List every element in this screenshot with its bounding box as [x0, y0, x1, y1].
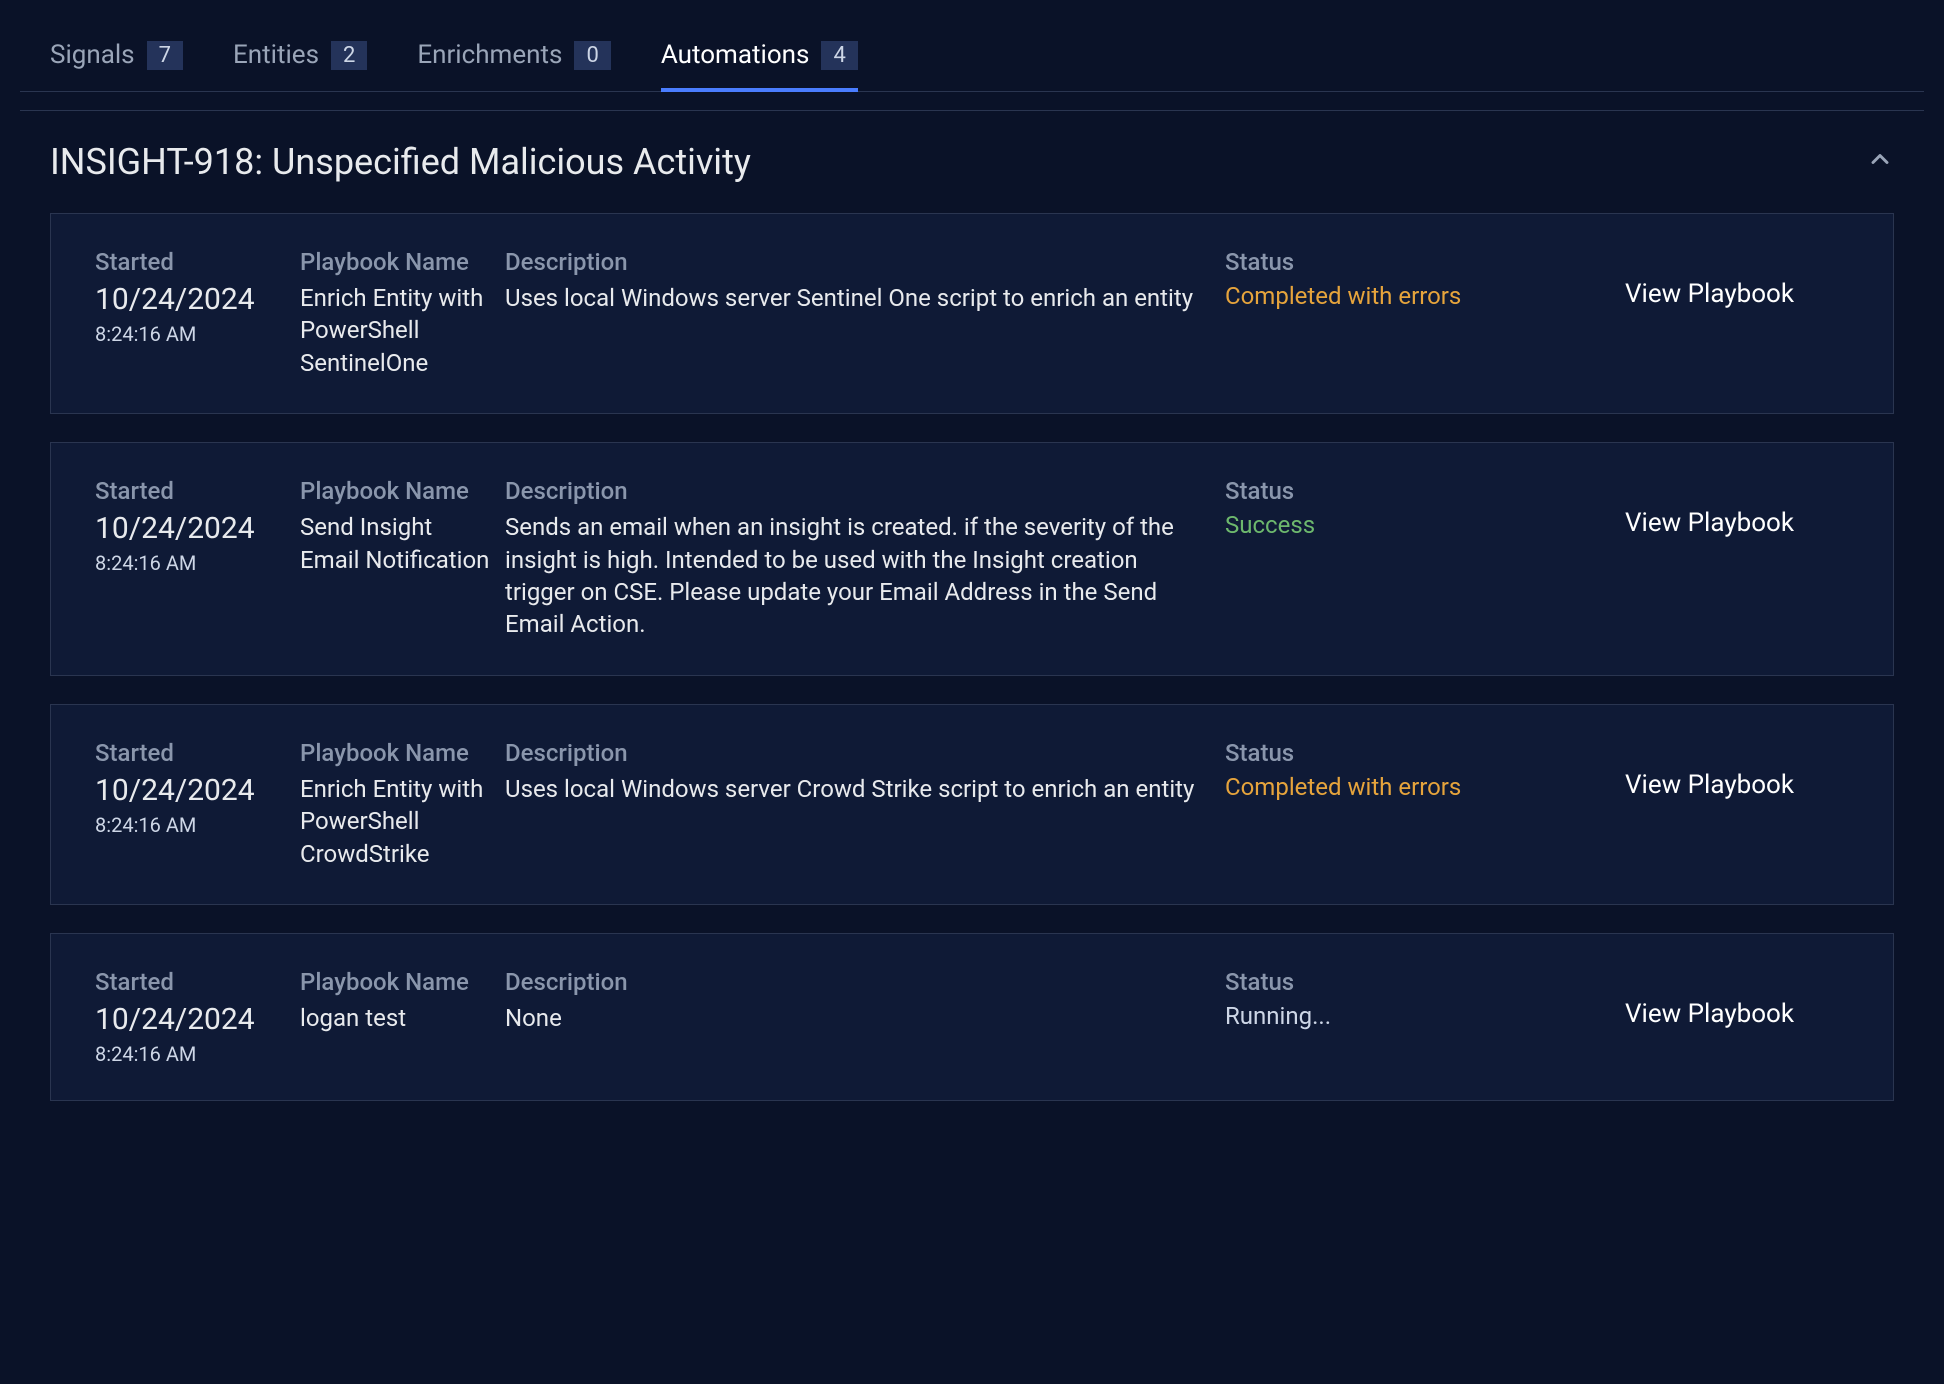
- description-column: Description Uses local Windows server Cro…: [505, 739, 1225, 805]
- started-label: Started: [95, 968, 300, 996]
- description-label: Description: [505, 968, 1225, 996]
- status-column: Status Completed with errors: [1225, 248, 1625, 310]
- playbook-name-label: Playbook Name: [300, 477, 505, 505]
- tab-signals[interactable]: Signals 7: [50, 40, 183, 92]
- playbook-name: Enrich Entity with PowerShell SentinelOn…: [300, 282, 505, 379]
- started-time: 8:24:16 AM: [95, 1042, 300, 1066]
- status-label: Status: [1225, 968, 1625, 996]
- tab-count-badge: 7: [147, 41, 183, 70]
- started-column: Started 10/24/2024 8:24:16 AM: [95, 248, 300, 346]
- description-text: Sends an email when an insight is create…: [505, 511, 1225, 641]
- automation-card: Started10/24/20248:24:16 AMPlaybook Name…: [50, 442, 1894, 676]
- tab-label: Entities: [233, 40, 319, 70]
- status-value: Success: [1225, 511, 1625, 539]
- started-date: 10/24/2024: [95, 282, 300, 318]
- started-date: 10/24/2024: [95, 773, 300, 809]
- status-column: Status Running...: [1225, 968, 1625, 1030]
- view-playbook-link[interactable]: View Playbook: [1625, 739, 1825, 803]
- started-time: 8:24:16 AM: [95, 551, 300, 575]
- status-label: Status: [1225, 739, 1625, 767]
- tab-count-badge: 2: [331, 41, 367, 70]
- playbook-column: Playbook Name Send Insight Email Notifica…: [300, 477, 505, 576]
- description-label: Description: [505, 477, 1225, 505]
- view-playbook-link[interactable]: View Playbook: [1625, 248, 1825, 312]
- status-column: Status Completed with errors: [1225, 739, 1625, 801]
- status-label: Status: [1225, 248, 1625, 276]
- view-playbook-link[interactable]: View Playbook: [1625, 477, 1825, 541]
- section-title: INSIGHT-918: Unspecified Malicious Activ…: [50, 141, 751, 183]
- playbook-name-label: Playbook Name: [300, 739, 505, 767]
- automation-list: Started10/24/20248:24:16 AMPlaybook Name…: [20, 213, 1924, 1101]
- tabs-bar: Signals 7 Entities 2 Enrichments 0 Automations…: [20, 20, 1924, 92]
- started-date: 10/24/2024: [95, 1002, 300, 1038]
- description-label: Description: [505, 739, 1225, 767]
- chevron-up-icon[interactable]: [1866, 145, 1894, 180]
- playbook-name: logan test: [300, 1002, 505, 1034]
- started-label: Started: [95, 477, 300, 505]
- description-text: Uses local Windows server Crowd Strike s…: [505, 773, 1225, 805]
- started-label: Started: [95, 739, 300, 767]
- automation-card: Started10/24/20248:24:16 AMPlaybook Name…: [50, 213, 1894, 414]
- status-value: Completed with errors: [1225, 282, 1625, 310]
- tab-label: Automations: [661, 40, 810, 70]
- automation-card: Started10/24/20248:24:16 AMPlaybook Name…: [50, 933, 1894, 1101]
- playbook-name-label: Playbook Name: [300, 968, 505, 996]
- tab-count-badge: 0: [574, 41, 610, 70]
- playbook-name: Send Insight Email Notification: [300, 511, 505, 576]
- started-column: Started 10/24/2024 8:24:16 AM: [95, 968, 300, 1066]
- description-label: Description: [505, 248, 1225, 276]
- tab-entities[interactable]: Entities 2: [233, 40, 367, 92]
- description-column: Description None: [505, 968, 1225, 1034]
- started-column: Started 10/24/2024 8:24:16 AM: [95, 477, 300, 575]
- description-text: None: [505, 1002, 1225, 1034]
- tab-label: Enrichments: [417, 40, 562, 70]
- playbook-column: Playbook Name logan test: [300, 968, 505, 1034]
- tab-enrichments[interactable]: Enrichments 0: [417, 40, 610, 92]
- playbook-column: Playbook Name Enrich Entity with PowerShe…: [300, 248, 505, 379]
- automation-card: Started10/24/20248:24:16 AMPlaybook Name…: [50, 704, 1894, 905]
- status-value: Running...: [1225, 1002, 1625, 1030]
- view-playbook-link[interactable]: View Playbook: [1625, 968, 1825, 1032]
- status-value: Completed with errors: [1225, 773, 1625, 801]
- description-column: Description Sends an email when an insigh…: [505, 477, 1225, 641]
- started-time: 8:24:16 AM: [95, 813, 300, 837]
- tab-count-badge: 4: [821, 41, 857, 70]
- tab-label: Signals: [50, 40, 135, 70]
- playbook-name: Enrich Entity with PowerShell CrowdStrik…: [300, 773, 505, 870]
- status-column: Status Success: [1225, 477, 1625, 539]
- description-text: Uses local Windows server Sentinel One s…: [505, 282, 1225, 314]
- started-time: 8:24:16 AM: [95, 322, 300, 346]
- status-label: Status: [1225, 477, 1625, 505]
- section-header: INSIGHT-918: Unspecified Malicious Activ…: [20, 111, 1924, 213]
- playbook-name-label: Playbook Name: [300, 248, 505, 276]
- started-date: 10/24/2024: [95, 511, 300, 547]
- started-label: Started: [95, 248, 300, 276]
- tab-automations[interactable]: Automations 4: [661, 40, 858, 92]
- playbook-column: Playbook Name Enrich Entity with PowerShe…: [300, 739, 505, 870]
- description-column: Description Uses local Windows server Sen…: [505, 248, 1225, 314]
- started-column: Started 10/24/2024 8:24:16 AM: [95, 739, 300, 837]
